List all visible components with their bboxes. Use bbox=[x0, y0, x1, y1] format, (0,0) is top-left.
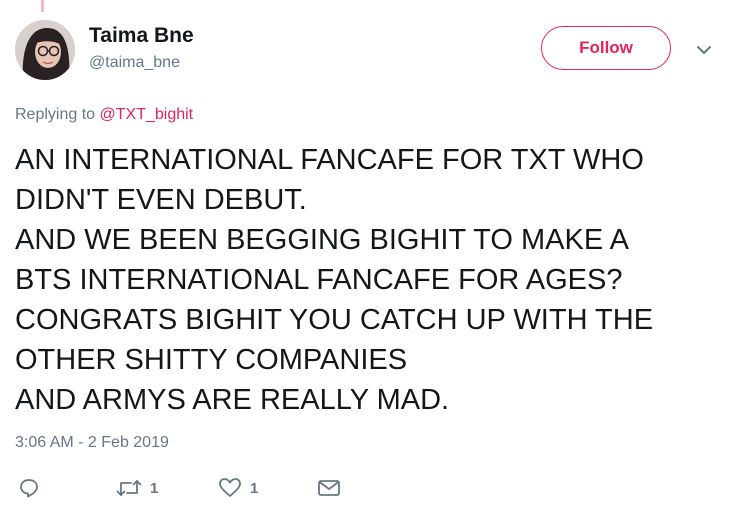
tweet-text-line: BTS INTERNATIONAL FANCAFE FOR AGES? bbox=[15, 264, 623, 296]
reply-icon bbox=[20, 479, 38, 498]
thread-connector-line bbox=[41, 0, 44, 12]
replying-to-label: Replying to bbox=[15, 106, 100, 123]
user-handle[interactable]: @taima_bne bbox=[89, 54, 180, 72]
reply-mention-link[interactable]: @TXT_bighit bbox=[100, 106, 194, 123]
direct-message-button[interactable] bbox=[317, 475, 349, 501]
tweet-timestamp[interactable]: 3:06 AM - 2 Feb 2019 bbox=[15, 434, 169, 452]
tweet-text-line: CONGRATS BIGHIT YOU CATCH UP WITH THE bbox=[15, 304, 654, 336]
chevron-down-icon bbox=[697, 46, 711, 54]
avatar[interactable] bbox=[15, 20, 75, 80]
heart-icon bbox=[219, 478, 241, 497]
envelope-icon bbox=[318, 480, 340, 496]
like-count: 1 bbox=[250, 479, 259, 497]
retweet-button[interactable]: 1 bbox=[116, 475, 158, 501]
tweet-text-line: AND ARMYS ARE REALLY MAD. bbox=[15, 384, 450, 416]
reply-button[interactable] bbox=[18, 475, 48, 501]
more-options-caret[interactable] bbox=[694, 40, 714, 60]
like-button[interactable]: 1 bbox=[218, 475, 258, 501]
tweet-text-line: DIDN'T EVEN DEBUT. bbox=[15, 184, 307, 216]
tweet-actions: 1 1 bbox=[0, 475, 753, 503]
tweet-text-line: OTHER SHITTY COMPANIES bbox=[15, 344, 408, 376]
avatar-image bbox=[15, 20, 75, 80]
tweet-text-line: AND WE BEEN BEGGING BIGHIT TO MAKE A bbox=[15, 224, 629, 256]
follow-button[interactable]: Follow bbox=[541, 26, 671, 70]
retweet-icon bbox=[116, 480, 142, 496]
tweet-text: AN INTERNATIONAL FANCAFE FOR TXT WHO DID… bbox=[15, 140, 740, 420]
tweet-text-line: AN INTERNATIONAL FANCAFE FOR TXT WHO bbox=[15, 144, 644, 176]
user-display-name[interactable]: Taima Bne bbox=[89, 24, 194, 48]
retweet-count: 1 bbox=[150, 479, 159, 497]
replying-to: Replying to @TXT_bighit bbox=[15, 106, 193, 124]
